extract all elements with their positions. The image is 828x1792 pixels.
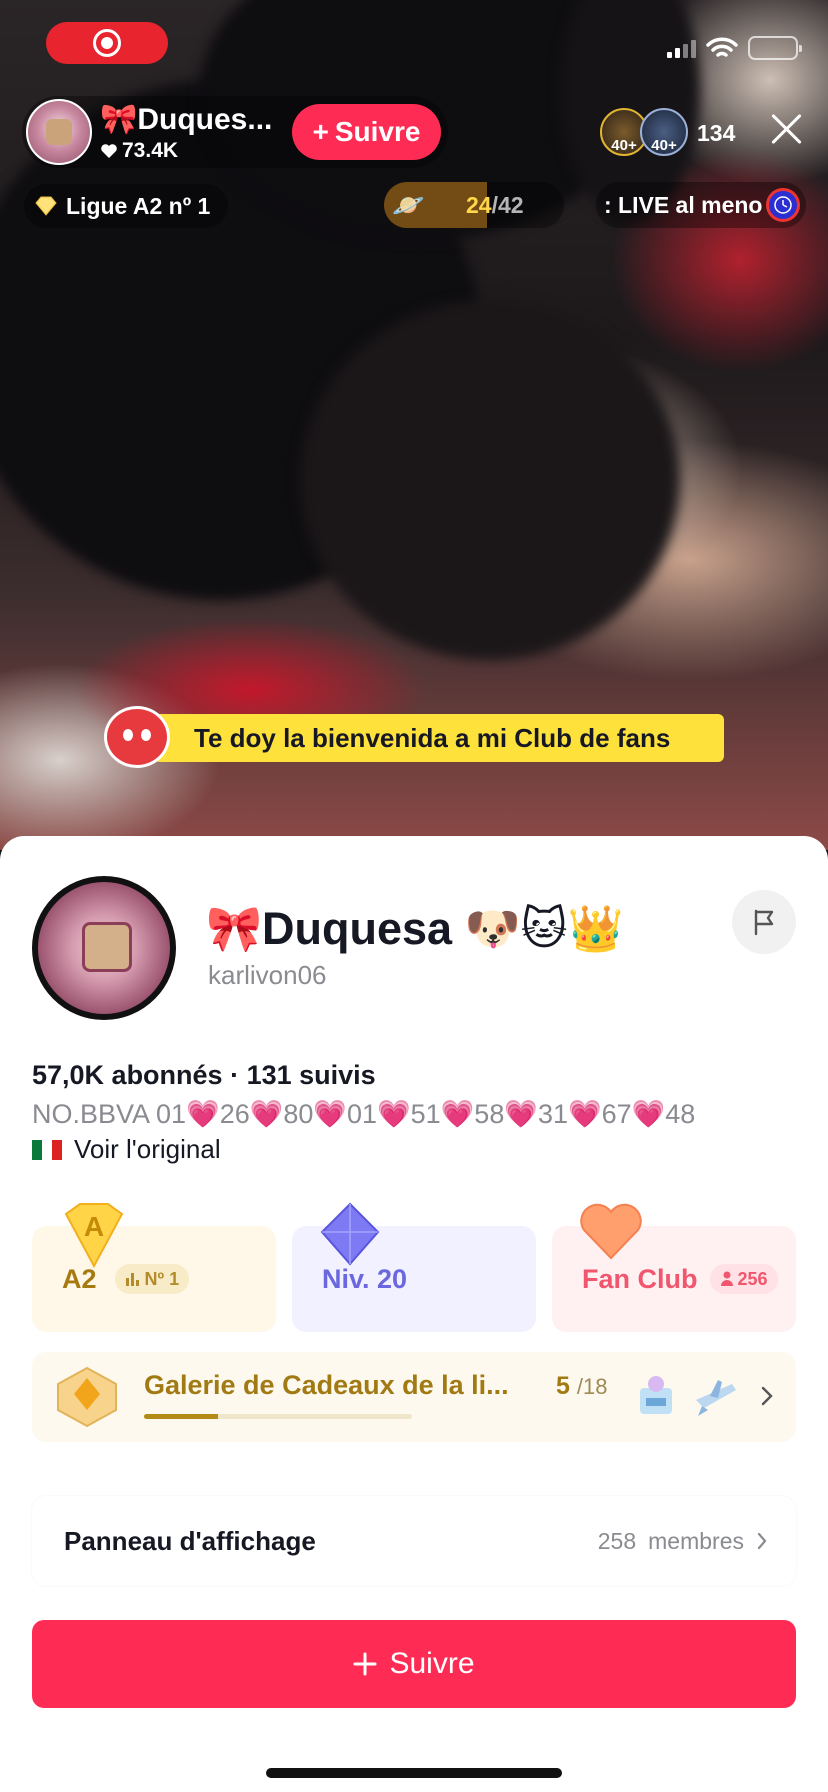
host-likes: 73.4K: [100, 139, 280, 163]
league-chip[interactable]: Ligue A2 nº 1: [24, 184, 228, 228]
fan-heart-icon: [580, 1203, 642, 1260]
league-label: Ligue A2 nº 1: [66, 192, 211, 219]
gift-gallery-icon: [57, 1366, 117, 1428]
plus-icon: [353, 1652, 377, 1676]
viewer-count[interactable]: 134: [697, 120, 735, 147]
chevron-right-icon: [757, 1532, 767, 1550]
profile-handle: karlivon06: [208, 960, 327, 990]
league-card[interactable]: A A2 Nº 1: [32, 1203, 276, 1332]
flag-icon: [754, 909, 774, 936]
welcome-text: Te doy la bienvenida a mi Club de fans: [194, 722, 671, 753]
host-name: 🎀Duques...: [100, 102, 273, 136]
gift-thumbnail: [692, 1372, 740, 1420]
top-viewers[interactable]: 40+ 40+: [600, 108, 688, 156]
record-icon: [93, 29, 121, 57]
mascot-icon: [104, 706, 170, 768]
gift-thumbnail: [632, 1372, 680, 1420]
profile-display-name: 🎀Duquesa 🐶🐱👑: [206, 903, 624, 954]
ticker-text: : LIVE al meno: [604, 191, 763, 218]
league-card-label: A2: [62, 1263, 97, 1294]
fan-club-count-pill: 256: [709, 1264, 778, 1294]
person-icon: [720, 1271, 733, 1286]
badge-cards: A A2 Nº 1 Niv. 20 Fan Club 256: [32, 1202, 796, 1332]
planet-icon: 🪐: [392, 189, 425, 220]
follow-host-button[interactable]: + Suivre: [292, 104, 441, 160]
league-a-badge-icon: A: [64, 1203, 124, 1268]
fan-club-welcome-banner: Te doy la bienvenida a mi Club de fans: [104, 706, 724, 768]
bulletin-board-title: Panneau d'affichage: [64, 1525, 316, 1556]
members-count: 258: [597, 1527, 637, 1554]
clock-icon: [766, 188, 800, 222]
goal-count: 24/42: [466, 191, 524, 218]
report-button[interactable]: [732, 890, 796, 954]
bulletin-board-row[interactable]: Panneau d'affichage 258 membres: [32, 1496, 796, 1586]
host-avatar[interactable]: [26, 99, 92, 165]
battery-icon: [748, 36, 802, 60]
screen-recording-indicator[interactable]: [46, 22, 168, 64]
follower-stats[interactable]: 57,0K abonnés · 131 suivis: [32, 1060, 376, 1091]
plus-icon: +: [312, 116, 329, 147]
goal-progress-chip[interactable]: 🪐 24/42: [384, 182, 564, 228]
live-ticker[interactable]: : LIVE al meno: [596, 182, 806, 228]
status-bar-icons: [667, 36, 802, 60]
profile-avatar[interactable]: [32, 876, 176, 1020]
viewer-badge: 40+: [611, 137, 637, 154]
level-label: Niv. 20: [322, 1263, 408, 1294]
bulletin-board-members: 258 membres: [598, 1528, 768, 1555]
home-indicator[interactable]: [266, 1768, 562, 1778]
gift-gallery-title: Galerie de Cadeaux de la li...: [144, 1370, 509, 1400]
mexico-flag-icon: [32, 1139, 62, 1160]
fan-club-count: 256: [737, 1268, 768, 1289]
bar-chart-icon: [125, 1273, 139, 1286]
league-rank-pill: Nº 1: [114, 1264, 190, 1294]
follow-host-label: Suivre: [334, 116, 421, 147]
follow-button-label: Suivre: [389, 1647, 475, 1680]
gift-gallery-count: 5 /18: [556, 1372, 608, 1400]
heart-icon: [101, 143, 117, 158]
host-likes-count: 73.4K: [122, 138, 179, 162]
wifi-icon: [706, 37, 738, 57]
level-gem-icon: [320, 1202, 380, 1266]
members-label: membres: [648, 1527, 744, 1554]
viewer-avatar[interactable]: 40+: [640, 108, 688, 156]
see-original-label: Voir l'original: [74, 1134, 221, 1164]
profile-bio: NO.BBVA 01💗26💗80💗01💗51💗58💗31💗67💗48: [32, 1099, 696, 1129]
profile-sheet: 🎀Duquesa 🐶🐱👑 karlivon06 57,0K abonnés · …: [0, 836, 828, 1792]
svg-text:A: A: [84, 1211, 104, 1242]
gift-gallery-progress: [144, 1414, 412, 1419]
chevron-right-icon: [761, 1386, 773, 1406]
fan-club-card[interactable]: Fan Club 256: [552, 1203, 796, 1332]
gift-gallery[interactable]: Galerie de Cadeaux de la li... 5 /18: [32, 1352, 796, 1442]
league-rank: Nº 1: [144, 1268, 180, 1289]
fan-club-label: Fan Club: [582, 1263, 698, 1294]
diamond-icon: [35, 196, 57, 216]
viewer-badge: 40+: [651, 137, 677, 154]
see-original-link[interactable]: Voir l'original: [32, 1134, 221, 1165]
signal-icon: [667, 38, 696, 58]
close-icon[interactable]: [770, 112, 804, 146]
level-card[interactable]: Niv. 20: [292, 1202, 536, 1332]
follow-button[interactable]: Suivre: [32, 1620, 796, 1708]
